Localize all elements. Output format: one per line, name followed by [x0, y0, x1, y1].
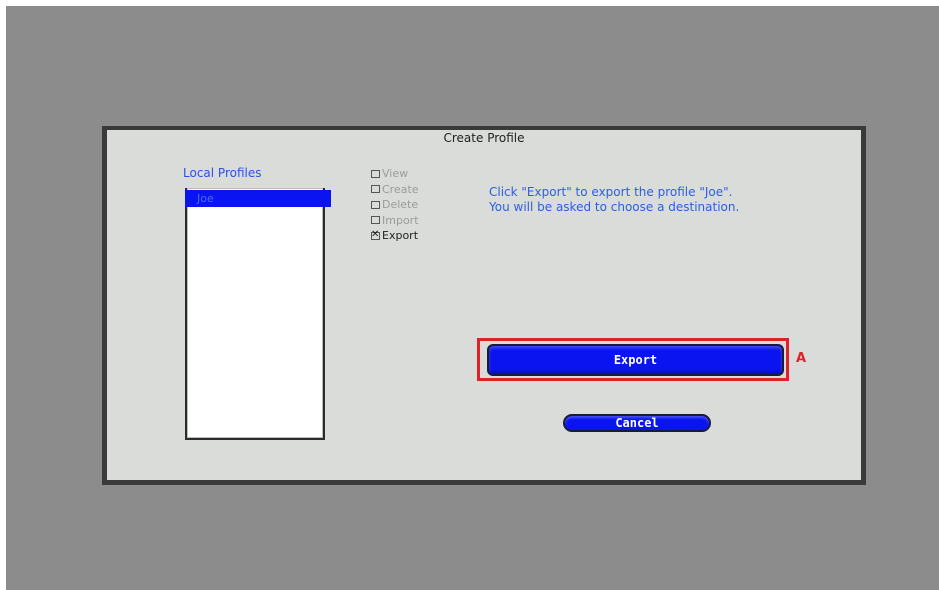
profile-list[interactable] [185, 188, 325, 440]
action-import-label: Import [382, 213, 419, 227]
checkbox-icon[interactable] [371, 200, 380, 209]
export-button[interactable]: Export [487, 344, 784, 376]
checkbox-icon[interactable] [371, 216, 380, 225]
action-export[interactable]: ✕ Export [371, 228, 419, 244]
checkbox-icon[interactable] [371, 169, 380, 178]
checkbox-icon[interactable] [371, 185, 380, 194]
cancel-button[interactable]: Cancel [563, 414, 711, 432]
local-profiles-label: Local Profiles [183, 166, 262, 180]
annotation-label: A [796, 351, 807, 366]
instructions-line-2: You will be asked to choose a destinatio… [489, 200, 740, 214]
action-view[interactable]: View [371, 166, 419, 182]
action-export-label: Export [382, 229, 419, 243]
action-create-label: Create [382, 182, 419, 196]
action-view-label: View [382, 167, 409, 181]
action-checkbox-group: View Create Delete Import ✕ Export [371, 166, 419, 244]
instructions-text: Click "Export" to export the profile "Jo… [489, 185, 739, 215]
action-import[interactable]: Import [371, 213, 419, 229]
profile-item-joe[interactable]: Joe [185, 190, 331, 207]
screen: Create Profile Local Profiles Joe View C… [0, 0, 939, 590]
instructions-line-1: Click "Export" to export the profile "Jo… [489, 185, 733, 199]
action-delete[interactable]: Delete [371, 197, 419, 213]
dialog-title: Create Profile [443, 131, 525, 145]
action-delete-label: Delete [382, 198, 419, 212]
create-profile-dialog: Create Profile Local Profiles Joe View C… [102, 126, 866, 485]
checked-checkbox-icon[interactable]: ✕ [371, 229, 380, 240]
action-create[interactable]: Create [371, 182, 419, 198]
